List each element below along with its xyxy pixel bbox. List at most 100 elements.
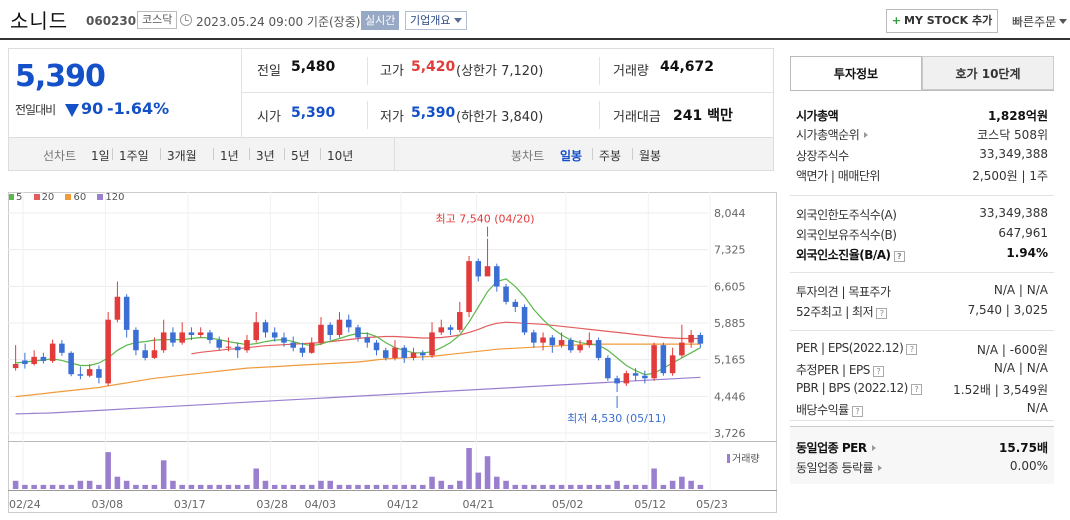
- low-value: 5,390: [411, 105, 456, 121]
- period-tab[interactable]: 10년: [327, 147, 353, 164]
- candle-body: [512, 301, 519, 307]
- investment-info-panel: 투자정보 호가 10단계 시가총액 1,828억원 시가총액순위 코스닥 508위 상장…: [790, 56, 1054, 484]
- divider: [241, 49, 242, 137]
- x-tick-label: 04/21: [463, 498, 495, 511]
- volume-bar: [512, 484, 519, 489]
- tab-separator: [213, 148, 214, 160]
- help-icon[interactable]: ?: [893, 251, 905, 262]
- volume-bar: [595, 484, 602, 489]
- x-tick-label: 03/08: [91, 498, 123, 511]
- realtime-button[interactable]: 실시간: [361, 11, 400, 30]
- amount-label: 거래대금: [613, 110, 661, 125]
- company-overview-dropdown[interactable]: 기업개요: [405, 11, 468, 30]
- candle-body: [475, 261, 482, 277]
- volume-bar: [660, 484, 667, 489]
- diff-rate: -1.64%: [107, 99, 170, 118]
- tab-orderbook[interactable]: 호가 10단계: [922, 56, 1054, 90]
- quick-order-button[interactable]: 빠른주문: [1012, 13, 1068, 30]
- info-row: 액면가 | 매매단위 2,500원 | 1주: [796, 167, 1048, 187]
- candle-body: [373, 342, 380, 351]
- chevron-right-icon[interactable]: [864, 132, 869, 138]
- candle-body: [271, 332, 278, 338]
- volume-bar: [373, 484, 380, 489]
- volume-bar: [68, 484, 74, 489]
- candle-body: [105, 319, 111, 384]
- info-label: 액면가 | 매매단위: [796, 169, 880, 183]
- y-tick-label: 5,165: [714, 354, 746, 367]
- info-label: 추정PER | EPS?: [796, 361, 884, 378]
- volume-bar: [438, 480, 445, 489]
- help-icon[interactable]: ?: [876, 308, 888, 319]
- chevron-right-icon[interactable]: [878, 465, 883, 471]
- info-value: 647,961: [998, 226, 1048, 240]
- volume-bar: [160, 460, 167, 489]
- volume-bar: [262, 480, 269, 489]
- help-icon[interactable]: ?: [872, 366, 884, 377]
- candle-body: [558, 340, 565, 346]
- price-chart[interactable]: 8,044 7,325 6,605 5,885 5,165 4,446 3,726 02/24…: [8, 186, 778, 520]
- volume-bar: [271, 484, 278, 489]
- candle-body: [355, 327, 361, 338]
- period-tab[interactable]: 5년: [291, 147, 310, 164]
- x-tick-label: 05/23: [696, 498, 728, 511]
- info-label: 동일업종 PER: [796, 439, 876, 456]
- help-icon[interactable]: ?: [906, 344, 918, 355]
- volume-label: 거래량: [613, 64, 649, 79]
- info-value: 1.52배 | 3,549원: [953, 383, 1048, 397]
- volume-bar: [49, 484, 56, 489]
- help-icon[interactable]: ?: [910, 384, 922, 395]
- clock-icon: [180, 14, 192, 26]
- volume-bar: [188, 484, 195, 489]
- candle-body: [68, 352, 74, 375]
- candle-body: [299, 347, 306, 353]
- volume-bar: [494, 476, 500, 489]
- divider: [367, 101, 368, 129]
- tab-investment-info[interactable]: 투자정보: [790, 56, 922, 90]
- volume-bar: [697, 484, 704, 489]
- period-tab[interactable]: 1일: [91, 147, 110, 164]
- candle-period-tab[interactable]: 월봉: [639, 147, 661, 164]
- period-tab[interactable]: 1주일: [119, 147, 149, 164]
- info-label: 동일업종 등락률: [796, 459, 883, 476]
- chevron-right-icon[interactable]: [871, 445, 876, 451]
- candle-body: [688, 334, 694, 343]
- candle-period-tab[interactable]: 일봉: [560, 147, 582, 164]
- candle-body: [59, 343, 65, 353]
- volume-bar: [410, 484, 417, 489]
- candle-body: [12, 364, 19, 369]
- candle-period-tab[interactable]: 주봉: [599, 147, 621, 164]
- divider: [790, 330, 1054, 331]
- candle-body: [281, 337, 287, 343]
- upper-limit: (상한가 7,120): [456, 64, 544, 79]
- volume-bar: [466, 448, 472, 489]
- volume-bar: [151, 484, 158, 489]
- volume-bar: [290, 484, 297, 489]
- info-row: 외국인소진율(B/A)? 1.94%: [796, 246, 1048, 266]
- candle-body: [484, 266, 491, 277]
- y-tick-label: 5,885: [714, 317, 746, 330]
- candle-body: [540, 337, 546, 343]
- period-tab[interactable]: 3년: [256, 147, 275, 164]
- candle-body: [151, 350, 158, 358]
- candle-body: [660, 345, 667, 374]
- period-tab[interactable]: 1년: [220, 147, 239, 164]
- tab-separator: [284, 148, 285, 160]
- candle-body: [503, 286, 509, 302]
- candle-body: [447, 327, 454, 330]
- info-label: 외국인소진율(B/A)?: [796, 246, 905, 263]
- period-tab[interactable]: 3개월: [167, 147, 197, 164]
- add-mystock-button[interactable]: + MY STOCK 추가: [886, 9, 998, 33]
- x-tick-label: 05/02: [552, 498, 584, 511]
- candle-body: [438, 327, 445, 333]
- tab-separator: [320, 148, 321, 160]
- volume-bar: [327, 480, 334, 489]
- x-tick-label: 04/03: [304, 498, 336, 511]
- low-annotation: 최저 4,530 (05/11): [567, 412, 666, 425]
- info-row: 시가총액순위 코스닥 508위: [796, 126, 1048, 146]
- candle-body: [521, 306, 528, 333]
- help-icon[interactable]: ?: [851, 406, 863, 417]
- volume-bar: [318, 480, 324, 489]
- info-label: PBR | BPS (2022.12)?: [796, 381, 922, 395]
- volume-bar: [77, 480, 84, 489]
- volume-bar: [197, 484, 204, 489]
